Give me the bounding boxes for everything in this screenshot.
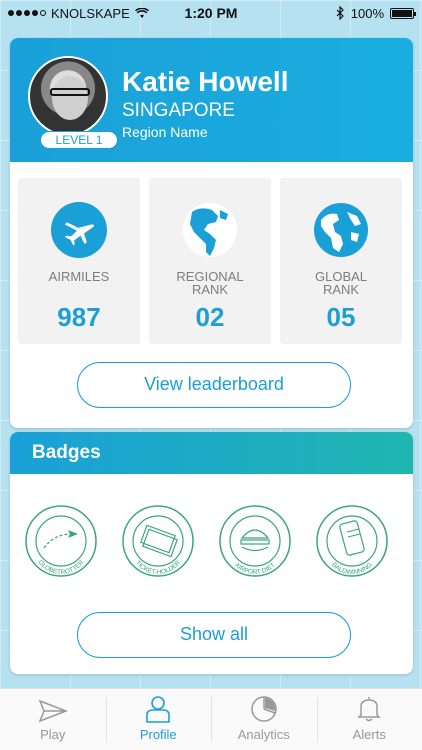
tab-play[interactable]: Play [0,689,106,750]
profile-header: LEVEL 1 Katie Howell SINGAPORE Region Na… [10,38,413,162]
wifi-icon [134,7,149,18]
badges-row: GLOBETROTTER TICKET-HOLDER AIRPORT DIET [24,504,389,578]
svg-text:AIRPORT DIET: AIRPORT DIET [233,562,276,576]
avatar[interactable] [28,56,108,136]
badge-label: BALDWINNING [330,561,374,576]
tab-label: Alerts [352,727,386,742]
stat-regional-rank: REGIONAL RANK 02 [149,178,271,344]
globe-icon [314,203,368,257]
tab-label: Profile [139,727,177,742]
bell-icon [357,697,382,722]
stat-label-line2: RANK [191,282,229,297]
pie-chart-icon [251,696,277,722]
status-time: 1:20 PM [184,5,238,21]
stat-global-rank: GLOBAL RANK 05 [280,178,402,344]
baldwinning-badge-icon[interactable]: BALDWINNING [315,504,389,578]
ticket-holder-badge-icon[interactable]: TICKET-HOLDER [121,504,195,578]
signal-strength-icon [8,10,46,16]
status-bar: KNOLSKAPE 1:20 PM 100% [0,0,422,26]
svg-text:GLOBETROTTER: GLOBETROTTER [37,559,86,576]
svg-text:BALDWINNING: BALDWINNING [330,561,374,576]
profile-card: LEVEL 1 Katie Howell SINGAPORE Region Na… [10,38,413,428]
user-region: Region Name [122,124,208,140]
stats-row: AIRMILES 987 REGIONAL RANK 02 GLOBAL RAN… [18,178,402,344]
bluetooth-icon [336,6,344,20]
view-leaderboard-button[interactable]: View leaderboard [77,362,351,408]
stat-value: 02 [195,302,225,332]
paper-plane-icon [38,699,68,723]
airport-diet-badge-icon[interactable]: AIRPORT DIET [218,504,292,578]
svg-text:TICKET-HOLDER: TICKET-HOLDER [134,559,182,576]
globetrotter-badge-icon[interactable]: GLOBETROTTER [24,504,98,578]
badge-label: GLOBETROTTER [37,559,86,576]
tab-analytics[interactable]: Analytics [211,689,317,750]
tab-label: Play [40,727,66,742]
person-icon [146,696,171,723]
stat-value: 987 [57,302,101,332]
badge-label: TICKET-HOLDER [134,559,182,576]
badges-card: Badges GLOBETROTTER TICKET-HOLDER AIRPOR… [10,432,413,674]
badges-title: Badges [10,432,413,474]
user-name: Katie Howell [122,66,289,97]
carrier-name: KNOLSKAPE [51,5,130,21]
level-badge: LEVEL 1 [40,131,118,149]
battery-percentage: 100% [350,5,384,21]
battery-icon [390,7,416,19]
stat-airmiles: AIRMILES 987 [18,178,140,344]
tab-label: Analytics [237,727,290,742]
stat-label-line2: RANK [322,282,360,297]
airplane-icon [51,202,107,258]
stat-value: 05 [326,302,356,332]
user-country: SINGAPORE [122,100,235,121]
tab-alerts[interactable]: Alerts [316,689,422,750]
tab-profile[interactable]: Profile [105,689,212,750]
tab-bar: Play Profile Analytics Alerts [0,688,422,750]
show-all-button[interactable]: Show all [77,612,351,658]
badge-label: AIRPORT DIET [233,562,276,576]
stat-label: AIRMILES [48,269,110,284]
americas-globe-icon [183,203,237,257]
